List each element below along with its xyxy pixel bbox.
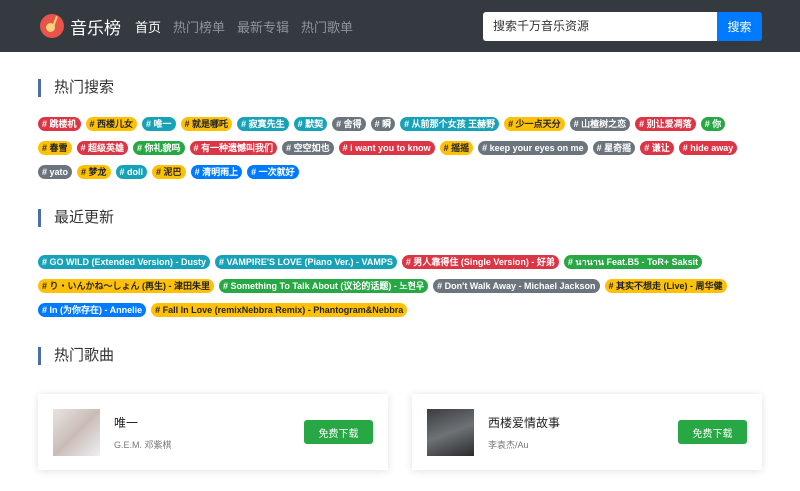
tag[interactable]: # 别让爱凋落	[635, 117, 696, 131]
tag[interactable]: # 泥巴	[152, 165, 186, 179]
tag[interactable]: # 就是哪吒	[180, 117, 233, 131]
tag[interactable]: # GO WILD (Extended Version) - Dusty	[38, 255, 211, 269]
tag[interactable]: # 梦龙	[77, 165, 111, 179]
tag[interactable]: # 默契	[293, 117, 328, 131]
tag[interactable]: # Fall In Love (remixNebbra Remix) - Pha…	[151, 303, 408, 317]
tag[interactable]: # 摇摇	[439, 141, 474, 155]
song-card[interactable]: 唯一 G.E.M. 邓紫棋 免费下载	[38, 394, 388, 470]
search-bar: 搜索	[483, 11, 762, 41]
tag[interactable]: # 瞬	[370, 117, 396, 131]
nav-hot-charts[interactable]: 热门榜单	[173, 17, 225, 36]
tag[interactable]: # 清明雨上	[190, 165, 243, 179]
tag[interactable]: # 有一种遗憾叫我们	[189, 141, 278, 155]
song-artist: 李袁杰/Au	[488, 439, 529, 450]
tag[interactable]: # Don't Walk Away - Michael Jackson	[433, 279, 600, 293]
recent-title: 最近更新	[38, 209, 762, 227]
recent-tags: # GO WILD (Extended Version) - Dusty # VA…	[38, 255, 762, 317]
tag[interactable]: # 唯一	[142, 117, 176, 131]
tag[interactable]: # 一次就好	[247, 165, 299, 179]
tag[interactable]: # In (为你存在) - Annelie	[38, 303, 147, 317]
tag[interactable]: # 男人靠得住 (Single Version) - 好弟	[401, 255, 559, 269]
nav-hot-playlists[interactable]: 热门歌单	[301, 17, 353, 36]
tag[interactable]: # yato	[38, 165, 73, 179]
tag[interactable]: # 其实不想走 (Live) - 周华健	[604, 279, 727, 293]
tag[interactable]: # 少一点天分	[504, 117, 565, 131]
tag[interactable]: # 春雪	[38, 141, 72, 155]
song-title[interactable]: 唯一	[114, 414, 304, 431]
nav-new-albums[interactable]: 最新专辑	[237, 17, 289, 36]
top-nav: 音乐榜 首页 热门榜单 最新专辑 热门歌单 搜索	[0, 0, 800, 52]
tag[interactable]: # 跳楼机	[38, 117, 81, 131]
tag[interactable]: # 谦让	[640, 141, 674, 155]
search-button[interactable]: 搜索	[717, 11, 762, 41]
tag[interactable]: # i want you to know	[338, 141, 435, 155]
logo-icon[interactable]	[40, 14, 64, 38]
tag[interactable]: # 西楼儿女	[85, 117, 138, 131]
tag[interactable]: # 你礼貌吗	[133, 141, 185, 155]
tag[interactable]: # 山楂树之恋	[569, 117, 631, 131]
hot-search-title: 热门搜索	[38, 79, 762, 97]
tag[interactable]: # VAMPIRE'S LOVE (Piano Ver.) - VAMPS	[215, 255, 397, 269]
tag[interactable]: # hide away	[678, 141, 738, 155]
download-button[interactable]: 免费下载	[678, 420, 747, 444]
tag[interactable]: # 从前那个女孩 王赫野	[400, 117, 500, 131]
tag[interactable]: # Something To Talk About (议论的话题) - 노현우	[219, 279, 429, 293]
tag[interactable]: # นานาน Feat.B5 - ToR+ Saksit	[563, 255, 703, 269]
tag[interactable]: # り・いんかね～しょん (再生) - 津田朱里	[38, 279, 214, 293]
tag[interactable]: # doll	[115, 165, 148, 179]
brand-name[interactable]: 音乐榜	[70, 14, 121, 39]
tag[interactable]: # 舍得	[332, 117, 366, 131]
song-artist: G.E.M. 邓紫棋	[114, 439, 172, 450]
song-title[interactable]: 西楼爱情故事	[488, 414, 678, 431]
album-cover[interactable]	[53, 408, 100, 456]
download-button[interactable]: 免费下载	[304, 420, 373, 444]
tag[interactable]: # 空空如也	[282, 141, 334, 155]
hot-search-tags: # 跳楼机 # 西楼儿女 # 唯一 # 就是哪吒 # 寂寞先生 # 默契 # 舍得 # 瞬 # …	[38, 117, 762, 179]
tag[interactable]: # 星奇摇	[592, 141, 636, 155]
nav-home[interactable]: 首页	[135, 17, 161, 36]
tag[interactable]: # 你	[700, 117, 726, 131]
tag[interactable]: # 超级英雄	[76, 141, 129, 155]
search-input[interactable]	[483, 11, 717, 41]
tag[interactable]: # keep your eyes on me	[478, 141, 588, 155]
hot-songs-title: 热门歌曲	[38, 347, 762, 365]
hot-songs-list: 唯一 G.E.M. 邓紫棋 免费下载 西楼爱情故事 李袁杰/Au 免费下载	[0, 394, 800, 470]
album-cover[interactable]	[427, 408, 474, 456]
song-card[interactable]: 西楼爱情故事 李袁杰/Au 免费下载	[412, 394, 762, 470]
tag[interactable]: # 寂寞先生	[237, 117, 289, 131]
